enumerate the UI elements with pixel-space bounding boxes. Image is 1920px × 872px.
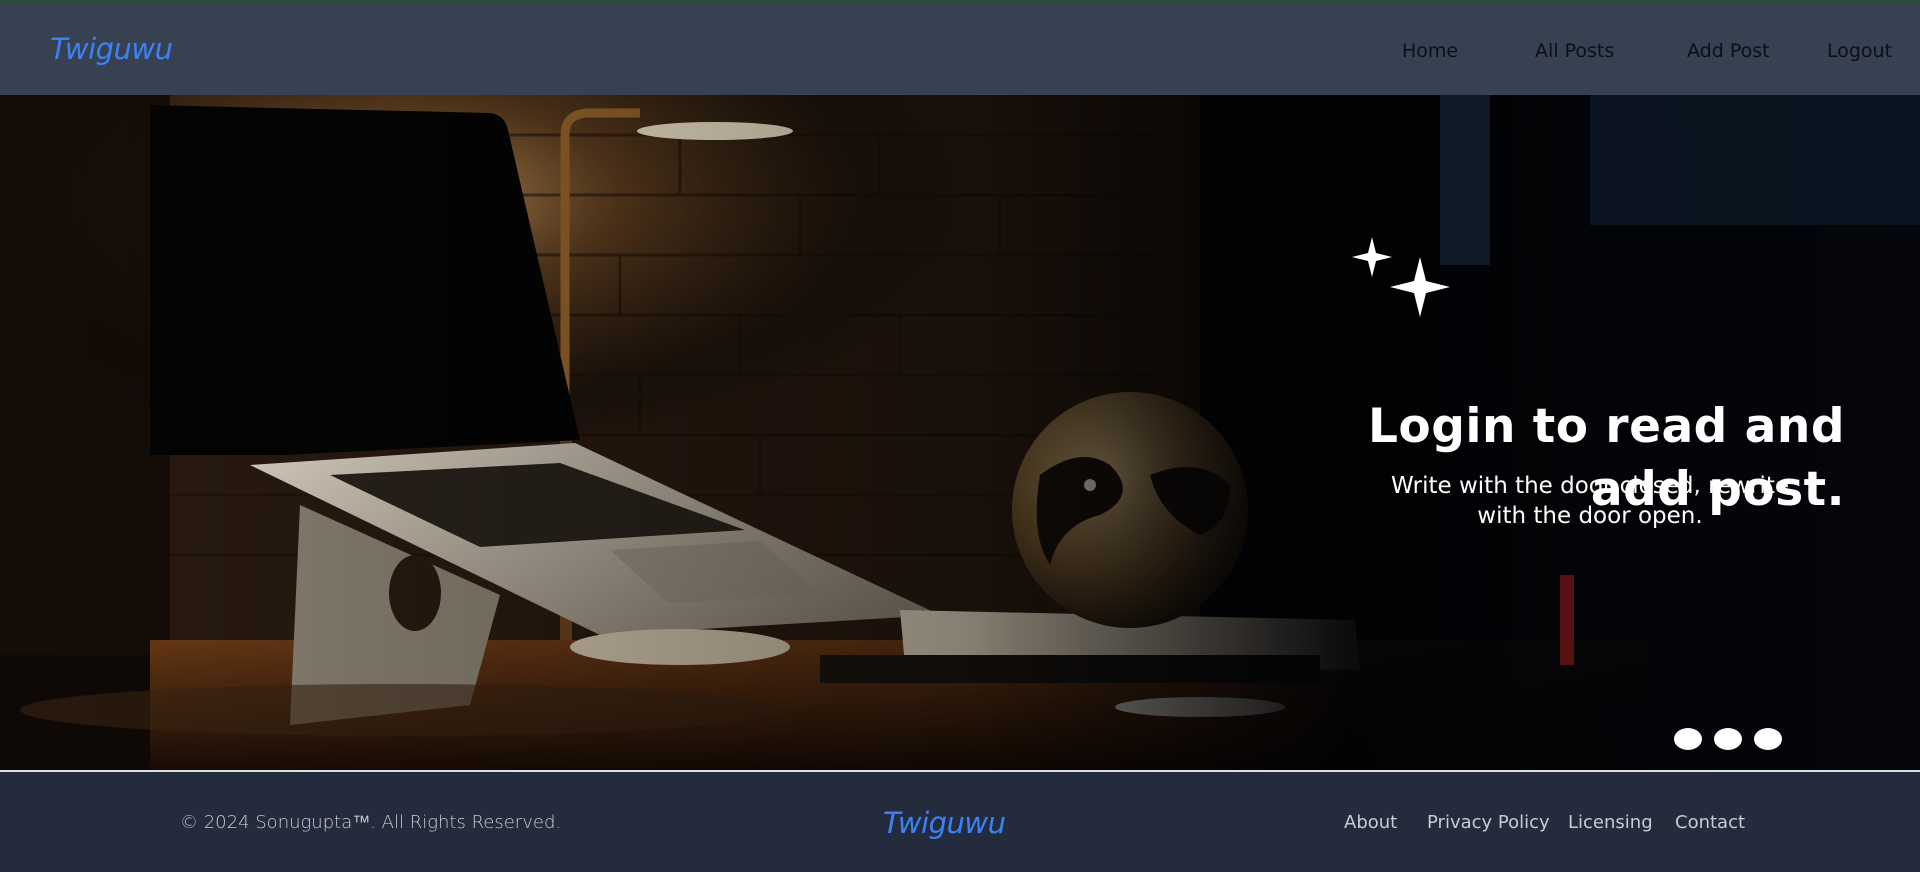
footer-link-privacy-policy[interactable]: Privacy Policy (1427, 812, 1550, 833)
navbar: Twiguwu Home All Posts Add Post Logout (0, 4, 1920, 95)
footer-link-licensing[interactable]: Licensing (1568, 812, 1653, 833)
sparkle-icon (1352, 237, 1450, 317)
nav-home[interactable]: Home (1402, 40, 1458, 62)
footer-brand-logo[interactable]: Twiguwu (883, 806, 1006, 840)
carousel-dot-1[interactable] (1674, 728, 1702, 750)
hero-subtitle-line-2: with the door open. (1477, 503, 1703, 529)
nav-logout[interactable]: Logout (1827, 40, 1892, 62)
carousel-dot-2[interactable] (1714, 728, 1742, 750)
nav-all-posts[interactable]: All Posts (1535, 40, 1614, 62)
carousel-dot-3[interactable] (1754, 728, 1782, 750)
hero-subtitle-line-1: Write with the door closed, rewrite (1390, 473, 1790, 499)
footer-link-contact[interactable]: Contact (1675, 812, 1745, 833)
footer: © 2024 Sonugupta™. All Rights Reserved. … (0, 770, 1920, 872)
hero-title-line-1: Login to read and (1367, 399, 1845, 454)
nav-add-post[interactable]: Add Post (1687, 40, 1770, 62)
brand-logo[interactable]: Twiguwu (50, 32, 173, 66)
footer-link-about[interactable]: About (1344, 812, 1397, 833)
hero-subtitle: Write with the door closed, rewrite with… (1340, 471, 1840, 531)
copyright-text: © 2024 Sonugupta™. All Rights Reserved. (180, 812, 562, 833)
hero-carousel: Login to read and add post. Write with t… (0, 95, 1920, 770)
